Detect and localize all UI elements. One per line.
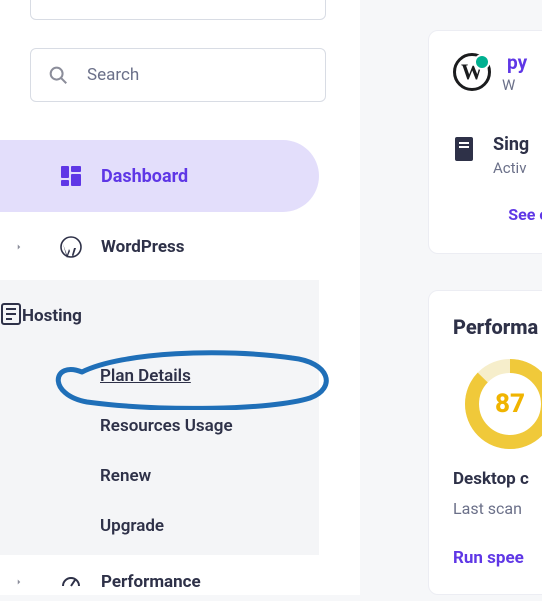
sidebar-item-dashboard[interactable]: Dashboard bbox=[0, 140, 319, 212]
sidebar-subitem-plan-details[interactable]: Plan Details bbox=[100, 360, 191, 392]
see-details-link[interactable]: See c bbox=[453, 205, 542, 224]
server-icon bbox=[0, 302, 22, 330]
chevron-down-icon bbox=[297, 0, 311, 5]
wordpress-icon bbox=[59, 235, 83, 259]
sidebar-dashboard-label: Dashboard bbox=[101, 166, 188, 187]
chevron-right-icon bbox=[0, 577, 38, 587]
sidebar-item-hosting[interactable]: Hosting bbox=[0, 298, 319, 334]
performance-heading: Performa bbox=[453, 315, 542, 339]
performance-card: Performa 87 Desktop c Last scan Run spee bbox=[428, 290, 542, 595]
sidebar-subitem-renew[interactable]: Renew bbox=[100, 460, 151, 492]
performance-score-gauge: 87 bbox=[463, 357, 542, 451]
desktop-label: Desktop c bbox=[453, 469, 542, 489]
gauge-icon bbox=[59, 570, 83, 594]
main-content: W py W Sing Activ See c Performa bbox=[360, 0, 542, 595]
wordpress-letter-icon: W bbox=[461, 59, 483, 85]
sidebar-wordpress-label: WordPress bbox=[101, 237, 185, 257]
sidebar-performance-label: Performance bbox=[101, 572, 201, 592]
sidebar: Dashboard WordPress bbox=[0, 0, 360, 595]
sidebar-item-wordpress[interactable]: WordPress bbox=[0, 228, 319, 266]
site-card: W py W Sing Activ See c bbox=[428, 30, 542, 254]
wordpress-site-icon: W bbox=[453, 53, 491, 91]
site-title[interactable]: py bbox=[507, 53, 527, 72]
sidebar-subitem-resources-usage[interactable]: Resources Usage bbox=[100, 410, 233, 442]
site-subtitle: W bbox=[502, 76, 515, 94]
plan-icon bbox=[453, 136, 475, 162]
sidebar-hosting-label: Hosting bbox=[22, 306, 82, 326]
search-field[interactable] bbox=[30, 48, 326, 102]
plan-name: Sing bbox=[493, 134, 529, 155]
run-speed-link[interactable]: Run spee bbox=[453, 548, 542, 568]
plan-status: Activ bbox=[493, 159, 529, 177]
site-selector-dropdown[interactable] bbox=[30, 0, 326, 20]
chevron-right-icon bbox=[0, 242, 38, 252]
dashboard-icon bbox=[59, 164, 83, 188]
sidebar-subitem-upgrade[interactable]: Upgrade bbox=[100, 510, 164, 542]
sidebar-item-performance[interactable]: Performance bbox=[0, 563, 319, 601]
sidebar-hosting-group: Hosting Plan Details Resources Usage Ren… bbox=[0, 280, 319, 555]
search-icon bbox=[47, 64, 69, 86]
performance-score-value: 87 bbox=[463, 357, 542, 451]
last-scan-label: Last scan bbox=[453, 499, 542, 518]
search-input[interactable] bbox=[87, 65, 309, 85]
